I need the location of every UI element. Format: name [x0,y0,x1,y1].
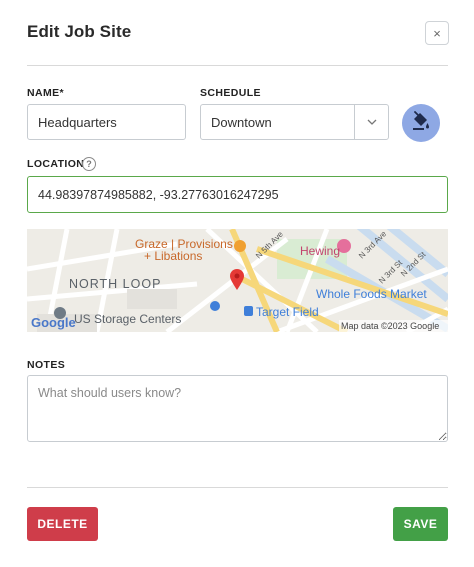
chevron-down-icon [355,105,388,139]
paint-bucket-icon [411,110,431,136]
location-label: LOCATION [27,158,85,170]
schedule-selected-value: Downtown [211,114,272,130]
color-picker-button[interactable] [402,104,440,142]
close-button[interactable]: × [425,21,449,45]
map-label-hewing: Hewing [300,244,340,258]
schedule-select[interactable]: Downtown [200,104,389,140]
schedule-label: SCHEDULE [200,87,261,99]
name-label: NAME* [27,87,65,99]
google-logo: Google [31,315,76,330]
notes-textarea[interactable] [27,375,448,442]
header-divider [27,65,448,66]
help-icon[interactable]: ? [82,157,96,171]
map-attribution: Map data ©2023 Google [341,321,439,331]
close-icon: × [433,25,441,41]
location-map[interactable]: Graze | Provisions + Libations Hewing NO… [27,229,448,332]
notes-label: NOTES [27,359,66,371]
delete-button[interactable]: DELETE [27,507,98,541]
footer-divider [27,487,448,488]
location-input[interactable] [27,176,448,213]
map-label-north-loop: NORTH LOOP [69,277,161,291]
map-label-libations: + Libations [144,249,202,263]
edit-job-site-modal: Edit Job Site × NAME* SCHEDULE Downtown … [0,0,474,567]
name-input[interactable] [27,104,186,140]
modal-title: Edit Job Site [27,22,132,41]
map-label-target-field: Target Field [256,305,319,319]
map-label-storage: US Storage Centers [74,312,181,326]
save-button[interactable]: SAVE [393,507,448,541]
map-label-whole-foods: Whole Foods Market [316,287,427,301]
